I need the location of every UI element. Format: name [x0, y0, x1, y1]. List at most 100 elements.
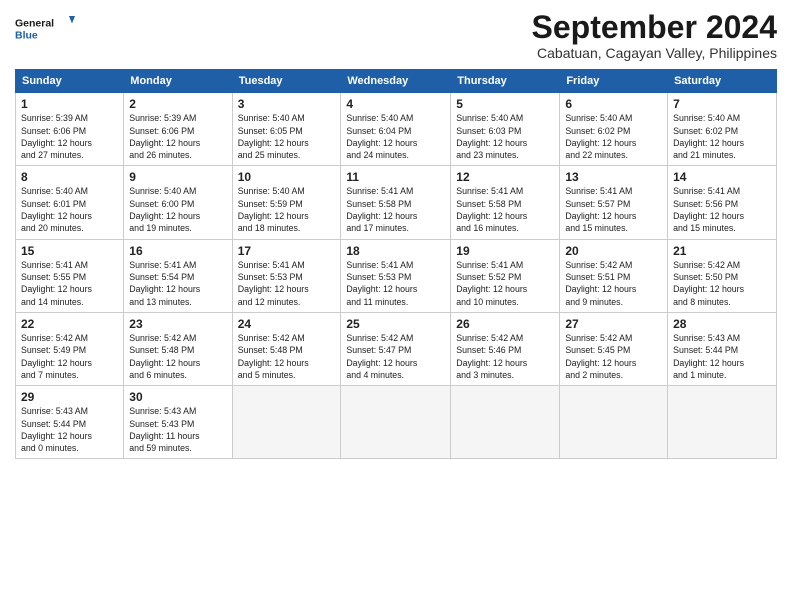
day-number: 16: [129, 244, 226, 258]
calendar-day-cell: 16Sunrise: 5:41 AM Sunset: 5:54 PM Dayli…: [124, 239, 232, 312]
day-info: Sunrise: 5:41 AM Sunset: 5:52 PM Dayligh…: [456, 259, 554, 308]
day-number: 14: [673, 170, 771, 184]
calendar-day-cell: 11Sunrise: 5:41 AM Sunset: 5:58 PM Dayli…: [341, 166, 451, 239]
svg-text:General: General: [15, 18, 54, 30]
calendar-day-cell: 23Sunrise: 5:42 AM Sunset: 5:48 PM Dayli…: [124, 312, 232, 385]
calendar-week-row: 15Sunrise: 5:41 AM Sunset: 5:55 PM Dayli…: [16, 239, 777, 312]
day-info: Sunrise: 5:43 AM Sunset: 5:44 PM Dayligh…: [21, 405, 118, 454]
main-title: September 2024: [532, 10, 777, 45]
calendar-day-cell: 21Sunrise: 5:42 AM Sunset: 5:50 PM Dayli…: [668, 239, 777, 312]
day-info: Sunrise: 5:40 AM Sunset: 6:00 PM Dayligh…: [129, 185, 226, 234]
day-info: Sunrise: 5:43 AM Sunset: 5:44 PM Dayligh…: [673, 332, 771, 381]
day-number: 7: [673, 97, 771, 111]
day-info: Sunrise: 5:41 AM Sunset: 5:57 PM Dayligh…: [565, 185, 662, 234]
day-number: 12: [456, 170, 554, 184]
calendar-day-cell: 13Sunrise: 5:41 AM Sunset: 5:57 PM Dayli…: [560, 166, 668, 239]
calendar-day-cell: [451, 386, 560, 459]
day-info: Sunrise: 5:42 AM Sunset: 5:45 PM Dayligh…: [565, 332, 662, 381]
calendar-day-cell: [668, 386, 777, 459]
day-info: Sunrise: 5:39 AM Sunset: 6:06 PM Dayligh…: [129, 112, 226, 161]
day-number: 17: [238, 244, 336, 258]
calendar-day-cell: 4Sunrise: 5:40 AM Sunset: 6:04 PM Daylig…: [341, 93, 451, 166]
day-info: Sunrise: 5:42 AM Sunset: 5:51 PM Dayligh…: [565, 259, 662, 308]
day-info: Sunrise: 5:40 AM Sunset: 6:03 PM Dayligh…: [456, 112, 554, 161]
page: General Blue September 2024 Cabatuan, Ca…: [0, 0, 792, 612]
calendar-week-row: 29Sunrise: 5:43 AM Sunset: 5:44 PM Dayli…: [16, 386, 777, 459]
day-number: 13: [565, 170, 662, 184]
calendar-week-row: 22Sunrise: 5:42 AM Sunset: 5:49 PM Dayli…: [16, 312, 777, 385]
day-number: 22: [21, 317, 118, 331]
calendar-day-cell: 1Sunrise: 5:39 AM Sunset: 6:06 PM Daylig…: [16, 93, 124, 166]
day-info: Sunrise: 5:42 AM Sunset: 5:46 PM Dayligh…: [456, 332, 554, 381]
calendar-day-cell: 22Sunrise: 5:42 AM Sunset: 5:49 PM Dayli…: [16, 312, 124, 385]
title-block: September 2024 Cabatuan, Cagayan Valley,…: [532, 10, 777, 61]
day-number: 30: [129, 390, 226, 404]
day-number: 24: [238, 317, 336, 331]
calendar-day-cell: 9Sunrise: 5:40 AM Sunset: 6:00 PM Daylig…: [124, 166, 232, 239]
day-number: 23: [129, 317, 226, 331]
day-info: Sunrise: 5:41 AM Sunset: 5:58 PM Dayligh…: [346, 185, 445, 234]
calendar-day-cell: 27Sunrise: 5:42 AM Sunset: 5:45 PM Dayli…: [560, 312, 668, 385]
header-tuesday: Tuesday: [232, 70, 341, 93]
calendar-day-cell: 29Sunrise: 5:43 AM Sunset: 5:44 PM Dayli…: [16, 386, 124, 459]
logo: General Blue: [15, 10, 75, 46]
calendar-day-cell: [560, 386, 668, 459]
svg-text:Blue: Blue: [15, 30, 38, 42]
day-info: Sunrise: 5:42 AM Sunset: 5:49 PM Dayligh…: [21, 332, 118, 381]
day-info: Sunrise: 5:40 AM Sunset: 5:59 PM Dayligh…: [238, 185, 336, 234]
day-number: 10: [238, 170, 336, 184]
day-number: 19: [456, 244, 554, 258]
calendar-day-cell: 7Sunrise: 5:40 AM Sunset: 6:02 PM Daylig…: [668, 93, 777, 166]
day-info: Sunrise: 5:39 AM Sunset: 6:06 PM Dayligh…: [21, 112, 118, 161]
day-number: 26: [456, 317, 554, 331]
day-number: 3: [238, 97, 336, 111]
calendar-week-row: 8Sunrise: 5:40 AM Sunset: 6:01 PM Daylig…: [16, 166, 777, 239]
day-info: Sunrise: 5:41 AM Sunset: 5:53 PM Dayligh…: [346, 259, 445, 308]
day-number: 29: [21, 390, 118, 404]
logo-svg: General Blue: [15, 10, 75, 46]
day-number: 25: [346, 317, 445, 331]
subtitle: Cabatuan, Cagayan Valley, Philippines: [532, 45, 777, 61]
calendar-day-cell: 14Sunrise: 5:41 AM Sunset: 5:56 PM Dayli…: [668, 166, 777, 239]
day-info: Sunrise: 5:43 AM Sunset: 5:43 PM Dayligh…: [129, 405, 226, 454]
calendar-day-cell: 17Sunrise: 5:41 AM Sunset: 5:53 PM Dayli…: [232, 239, 341, 312]
day-number: 6: [565, 97, 662, 111]
calendar-week-row: 1Sunrise: 5:39 AM Sunset: 6:06 PM Daylig…: [16, 93, 777, 166]
calendar-day-cell: 18Sunrise: 5:41 AM Sunset: 5:53 PM Dayli…: [341, 239, 451, 312]
header-saturday: Saturday: [668, 70, 777, 93]
day-info: Sunrise: 5:42 AM Sunset: 5:50 PM Dayligh…: [673, 259, 771, 308]
calendar-day-cell: 26Sunrise: 5:42 AM Sunset: 5:46 PM Dayli…: [451, 312, 560, 385]
header: General Blue September 2024 Cabatuan, Ca…: [15, 10, 777, 61]
day-info: Sunrise: 5:40 AM Sunset: 6:02 PM Dayligh…: [673, 112, 771, 161]
day-info: Sunrise: 5:40 AM Sunset: 6:01 PM Dayligh…: [21, 185, 118, 234]
calendar-day-cell: 8Sunrise: 5:40 AM Sunset: 6:01 PM Daylig…: [16, 166, 124, 239]
calendar-table: SundayMondayTuesdayWednesdayThursdayFrid…: [15, 69, 777, 459]
calendar-day-cell: 6Sunrise: 5:40 AM Sunset: 6:02 PM Daylig…: [560, 93, 668, 166]
calendar-day-cell: 5Sunrise: 5:40 AM Sunset: 6:03 PM Daylig…: [451, 93, 560, 166]
header-friday: Friday: [560, 70, 668, 93]
calendar-day-cell: 12Sunrise: 5:41 AM Sunset: 5:58 PM Dayli…: [451, 166, 560, 239]
day-number: 21: [673, 244, 771, 258]
day-info: Sunrise: 5:42 AM Sunset: 5:47 PM Dayligh…: [346, 332, 445, 381]
day-number: 18: [346, 244, 445, 258]
day-info: Sunrise: 5:41 AM Sunset: 5:58 PM Dayligh…: [456, 185, 554, 234]
calendar-day-cell: 15Sunrise: 5:41 AM Sunset: 5:55 PM Dayli…: [16, 239, 124, 312]
day-number: 5: [456, 97, 554, 111]
day-info: Sunrise: 5:40 AM Sunset: 6:05 PM Dayligh…: [238, 112, 336, 161]
day-number: 27: [565, 317, 662, 331]
day-number: 2: [129, 97, 226, 111]
day-info: Sunrise: 5:42 AM Sunset: 5:48 PM Dayligh…: [129, 332, 226, 381]
calendar-day-cell: 30Sunrise: 5:43 AM Sunset: 5:43 PM Dayli…: [124, 386, 232, 459]
day-info: Sunrise: 5:41 AM Sunset: 5:53 PM Dayligh…: [238, 259, 336, 308]
day-info: Sunrise: 5:41 AM Sunset: 5:55 PM Dayligh…: [21, 259, 118, 308]
day-info: Sunrise: 5:41 AM Sunset: 5:56 PM Dayligh…: [673, 185, 771, 234]
header-sunday: Sunday: [16, 70, 124, 93]
calendar-day-cell: 19Sunrise: 5:41 AM Sunset: 5:52 PM Dayli…: [451, 239, 560, 312]
day-number: 11: [346, 170, 445, 184]
header-monday: Monday: [124, 70, 232, 93]
calendar-day-cell: [232, 386, 341, 459]
calendar-day-cell: 24Sunrise: 5:42 AM Sunset: 5:48 PM Dayli…: [232, 312, 341, 385]
day-info: Sunrise: 5:42 AM Sunset: 5:48 PM Dayligh…: [238, 332, 336, 381]
day-number: 28: [673, 317, 771, 331]
day-number: 8: [21, 170, 118, 184]
